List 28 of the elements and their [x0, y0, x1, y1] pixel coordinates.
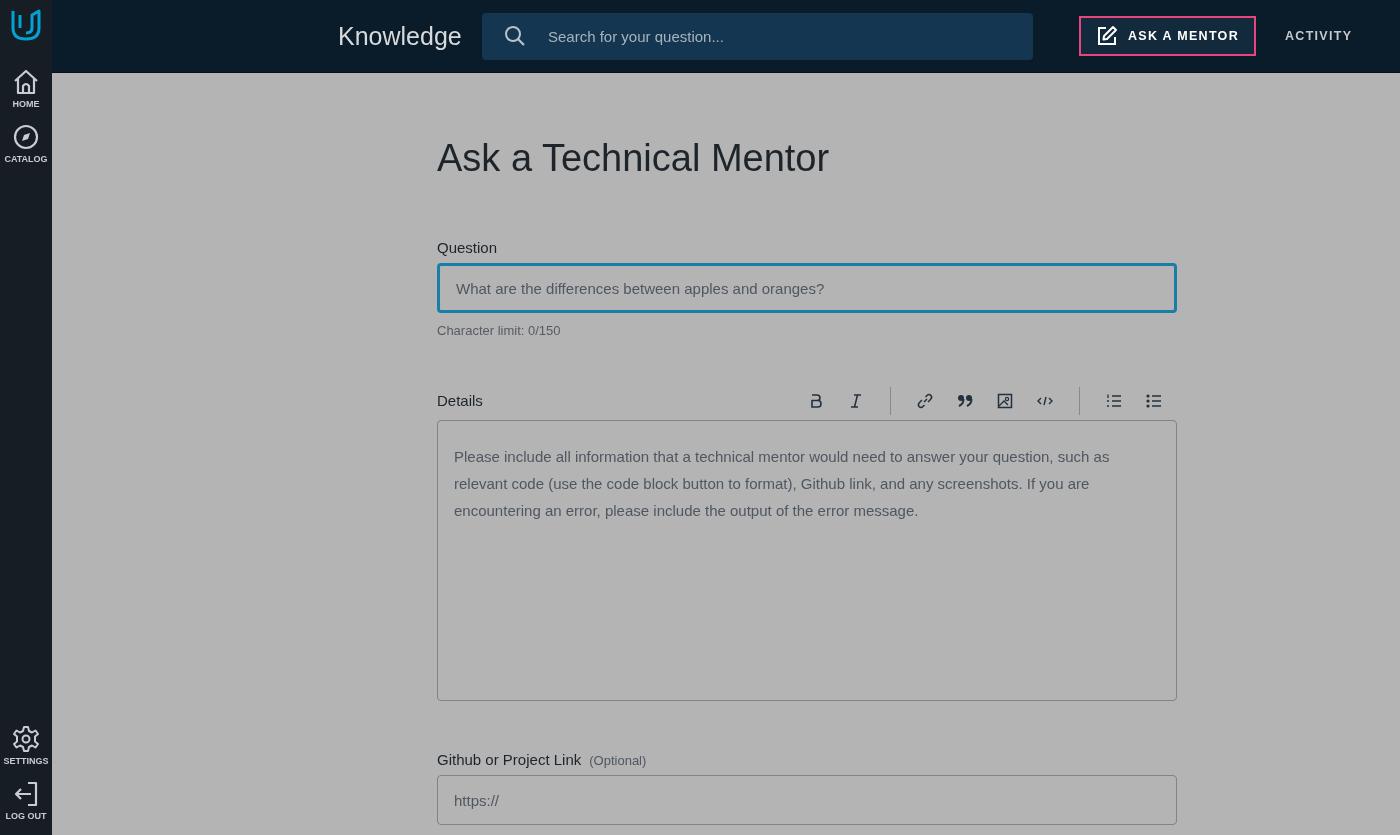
field-label: Github or Project Link: [437, 751, 582, 768]
sidebar-item[interactable]: CATALOG: [4, 123, 48, 164]
link-icon: [916, 392, 934, 410]
sidebar-item[interactable]: LOG OUT: [5, 780, 47, 821]
details-field[interactable]: Please include all information that a technical mentor would need to answer your question, such as relevant code (use the code block button to format), Github link, and any screenshots. If you are encountering an error, please include the output of the error message.: [437, 420, 1177, 701]
field-label: Question: [437, 239, 499, 256]
nav-link[interactable]: ASK A MENTOR: [1079, 16, 1256, 56]
optional-note: (Optional): [589, 753, 647, 768]
page-section-title: Knowledge: [338, 21, 463, 51]
bullet-list-icon: [1145, 392, 1163, 410]
project-link-field[interactable]: https://: [437, 775, 1177, 825]
page-title: Ask a Technical Mentor: [437, 137, 831, 180]
settings-icon: [12, 725, 40, 753]
character-limit: Character limit: 0/150: [437, 323, 562, 338]
image-icon: [996, 392, 1014, 410]
quote-icon: [956, 392, 974, 410]
nav-link[interactable]: ACTIVITY: [1268, 16, 1370, 56]
numbered-list-icon: [1105, 392, 1123, 410]
search-field[interactable]: Search for your question...: [482, 12, 1033, 60]
sidebar-item[interactable]: SETTINGS: [3, 725, 49, 766]
home-icon: [12, 68, 40, 96]
logo-icon[interactable]: [10, 8, 42, 42]
compass-icon: [12, 123, 40, 151]
logout-icon: [12, 780, 40, 808]
question-field[interactable]: What are the differences between apples and oranges?: [437, 263, 1177, 313]
search-icon: [504, 24, 526, 47]
field-label: Details: [437, 392, 483, 409]
sidebar-item[interactable]: HOME: [12, 68, 40, 109]
